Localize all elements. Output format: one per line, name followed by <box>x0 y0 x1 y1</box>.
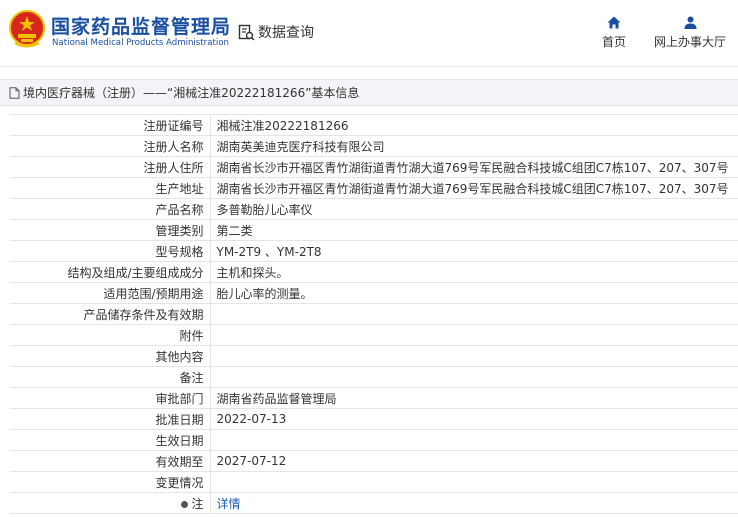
row-label: 注册人住所 <box>10 156 211 178</box>
row-label: 注册证编号 <box>10 114 211 136</box>
table-row: 审批部门 湖南省药品监督管理局 <box>10 387 738 409</box>
row-label: 注 <box>10 492 211 514</box>
home-icon <box>607 16 621 29</box>
table-row: 管理类别 第二类 <box>10 219 738 241</box>
row-label: 其他内容 <box>10 345 211 367</box>
row-value <box>210 366 738 388</box>
table-row: 型号规格 YM-2T9 、YM-2T8 <box>10 240 738 262</box>
row-value: 湖南省长沙市开福区青竹湖街道青竹湖大道769号军民融合科技城C组团C7栋107、… <box>210 156 738 178</box>
table-row: 注册证编号 湘械注准20222181266 <box>10 114 738 136</box>
row-label: 适用范围/预期用途 <box>10 282 211 304</box>
row-label: 注册人名称 <box>10 135 211 157</box>
table-row: 结构及组成/主要组成成分 主机和探头。 <box>10 261 738 283</box>
row-label: 备注 <box>10 366 211 388</box>
nav-home[interactable]: 首页 <box>599 16 629 50</box>
org-name-en[interactable]: National Medical Products Administration <box>52 38 229 48</box>
row-value: 主机和探头。 <box>210 261 738 283</box>
table-row: 产品储存条件及有效期 <box>10 303 738 325</box>
data-query-link[interactable]: 数据查询 <box>238 22 314 42</box>
table-row: 产品名称 多普勒胎儿心率仪 <box>10 198 738 220</box>
row-value <box>210 471 738 493</box>
row-label: 生效日期 <box>10 429 211 451</box>
row-value: 湘械注准20222181266 <box>210 114 738 136</box>
row-value: 湖南省长沙市开福区青竹湖街道青竹湖大道769号军民融合科技城C组团C7栋107、… <box>210 177 738 199</box>
row-value: 第二类 <box>210 219 738 241</box>
row-value: 2022-07-13 <box>210 408 738 430</box>
section-title: 境内医疗器械（注册）——“湘械注准20222181266”基本信息 <box>23 86 360 100</box>
org-name-cn[interactable]: 国家药品监督管理局 <box>51 12 231 39</box>
table-row: 注册人名称 湖南英美迪克医疗科技有限公司 <box>10 135 738 157</box>
row-label: 产品储存条件及有效期 <box>10 303 211 325</box>
row-label: 变更情况 <box>10 471 211 493</box>
row-value: 2027-07-12 <box>210 450 738 472</box>
data-query-label: 数据查询 <box>258 25 314 41</box>
national-emblem-icon <box>9 10 45 48</box>
user-icon <box>684 16 696 29</box>
table-row: 注详情 <box>10 492 738 514</box>
table-row: 注册人住所 湖南省长沙市开福区青竹湖街道青竹湖大道769号军民融合科技城C组团C7… <box>10 156 738 178</box>
info-table: 注册证编号 湘械注准20222181266 注册人名称 湖南英美迪克医疗科技有限公司注… <box>10 114 738 514</box>
row-value <box>210 429 738 451</box>
row-value <box>210 345 738 367</box>
site-header: 国家药品监督管理局 National Medical Products Admi… <box>0 0 738 66</box>
section-header: 境内医疗器械（注册）——“湘械注准20222181266”基本信息 <box>0 79 738 106</box>
row-value: 湖南英美迪克医疗科技有限公司 <box>210 135 738 157</box>
table-row: 附件 <box>10 324 738 346</box>
table-row: 有效期至 2027-07-12 <box>10 450 738 472</box>
row-value: YM-2T9 、YM-2T8 <box>210 240 738 262</box>
row-label: 结构及组成/主要组成成分 <box>10 261 211 283</box>
row-value: 湖南省药品监督管理局 <box>210 387 738 409</box>
row-label: 有效期至 <box>10 450 211 472</box>
row-value: 详情 <box>210 492 738 514</box>
note-label: 注 <box>191 496 204 511</box>
nav-online-service-hall-label: 网上办事大厅 <box>653 35 726 49</box>
row-label: 型号规格 <box>10 240 211 262</box>
row-label: 批准日期 <box>10 408 211 430</box>
table-row: 其他内容 <box>10 345 738 367</box>
details-link[interactable]: 详情 <box>217 497 241 511</box>
row-value <box>210 324 738 346</box>
nav-home-label: 首页 <box>601 35 626 49</box>
row-label: 附件 <box>10 324 211 346</box>
nav-online-service-hall[interactable]: 网上办事大厅 <box>651 16 729 50</box>
row-value: 胎儿心率的测量。 <box>210 282 738 304</box>
table-row: 生效日期 <box>10 429 738 451</box>
row-label: 产品名称 <box>10 198 211 220</box>
table-row: 变更情况 <box>10 471 738 493</box>
row-label: 管理类别 <box>10 219 211 241</box>
document-icon <box>9 86 20 99</box>
header-divider <box>0 66 738 67</box>
pin-icon <box>181 500 189 508</box>
row-value: 多普勒胎儿心率仪 <box>210 198 738 220</box>
row-label: 审批部门 <box>10 387 211 409</box>
document-search-icon <box>238 24 255 41</box>
table-row: 备注 <box>10 366 738 388</box>
table-row: 适用范围/预期用途 胎儿心率的测量。 <box>10 282 738 304</box>
row-value <box>210 303 738 325</box>
table-row: 生产地址 湖南省长沙市开福区青竹湖街道青竹湖大道769号军民融合科技城C组团C7栋… <box>10 177 738 199</box>
table-row: 批准日期 2022-07-13 <box>10 408 738 430</box>
row-label: 生产地址 <box>10 177 211 199</box>
